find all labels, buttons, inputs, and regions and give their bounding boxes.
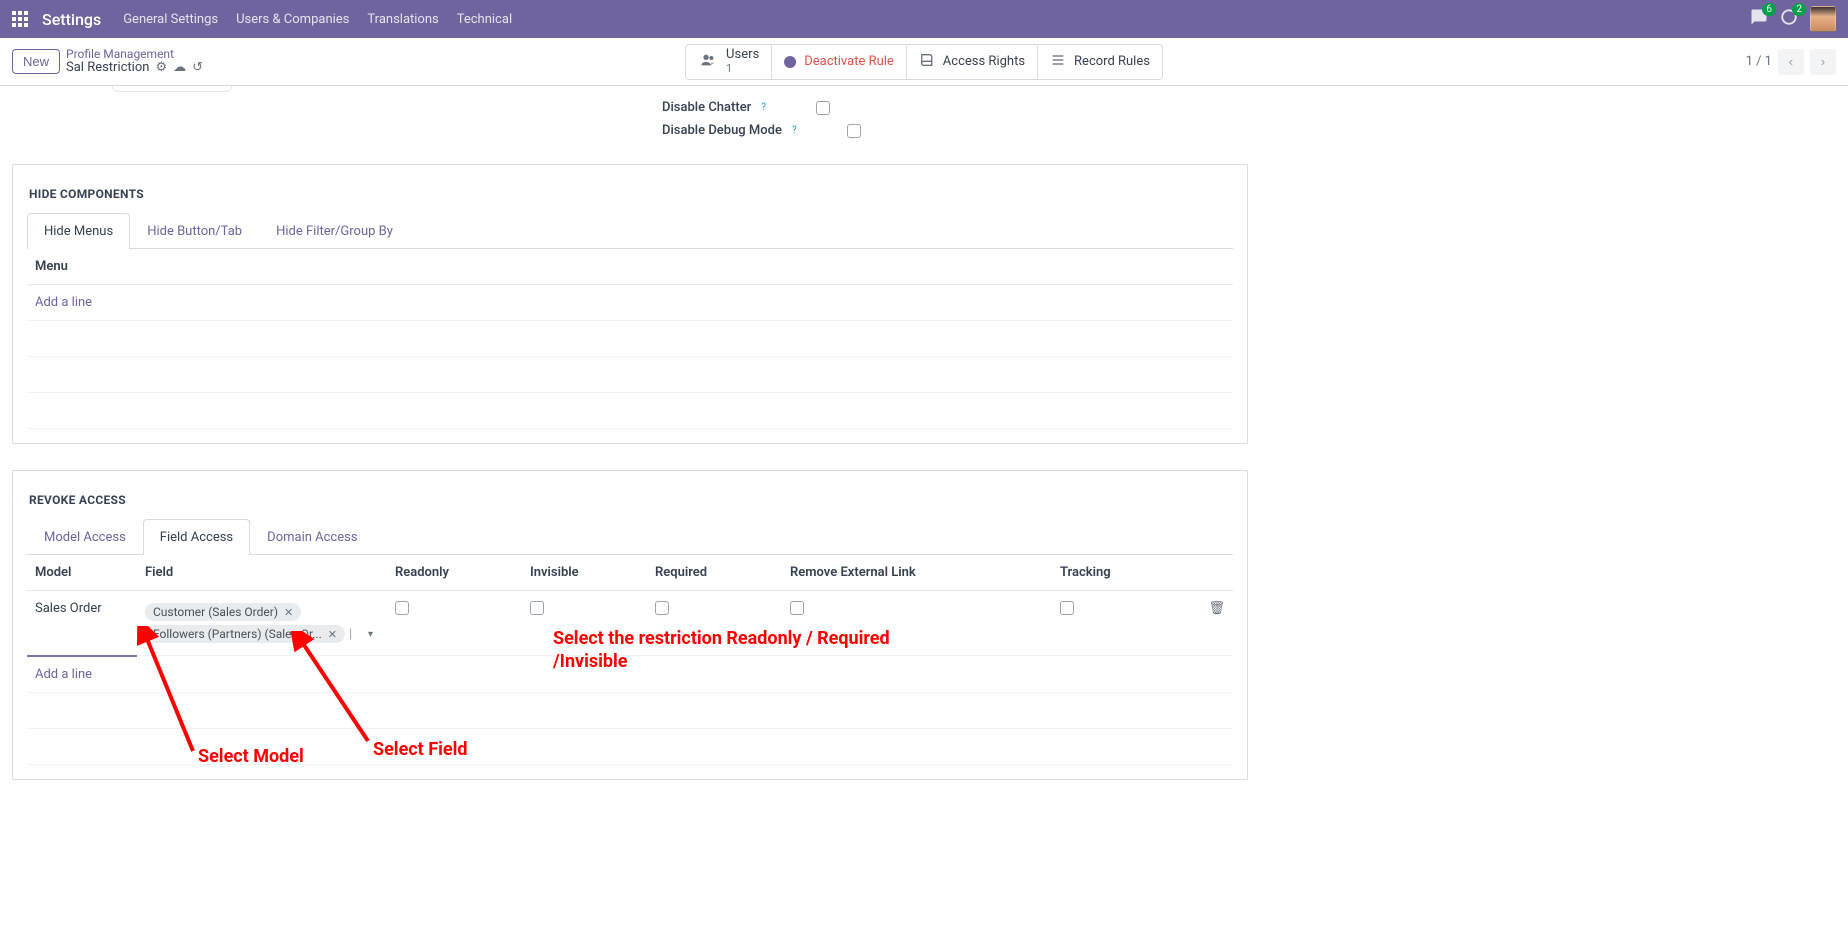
nav-general-settings[interactable]: General Settings xyxy=(123,12,218,27)
revoke-access-tabs: Model Access Field Access Domain Access xyxy=(27,519,1233,555)
label-disable-debug: Disable Debug Mode xyxy=(662,123,782,138)
checkbox-tracking[interactable] xyxy=(1060,601,1074,615)
apps-menu-icon[interactable] xyxy=(12,11,28,27)
status-dot-icon xyxy=(784,56,796,68)
activities-icon[interactable]: 2 xyxy=(1780,8,1798,30)
cell-model[interactable]: Sales Order xyxy=(35,601,102,616)
record-rules-label: Record Rules xyxy=(1074,54,1150,69)
col-required: Required xyxy=(647,555,782,591)
new-button[interactable]: New xyxy=(12,49,60,74)
col-field: Field xyxy=(137,555,387,591)
pager: 1 / 1 ‹ › xyxy=(1746,49,1836,75)
tag-customer[interactable]: Customer (Sales Order) ✕ xyxy=(145,603,301,621)
deactivate-label: Deactivate Rule xyxy=(804,54,894,69)
hide-components-tabs: Hide Menus Hide Button/Tab Hide Filter/G… xyxy=(27,213,1233,249)
book-icon xyxy=(919,52,935,72)
user-avatar[interactable] xyxy=(1810,6,1836,32)
form-scroll[interactable]: Disable Chatter ? Disable Debug Mode ? H… xyxy=(0,86,1848,932)
tab-domain-access[interactable]: Domain Access xyxy=(250,519,374,555)
checkbox-disable-chatter[interactable] xyxy=(816,101,830,115)
deactivate-rule-button[interactable]: Deactivate Rule xyxy=(772,44,907,80)
cutoff-element xyxy=(112,86,232,92)
tab-field-access[interactable]: Field Access xyxy=(143,519,250,555)
hide-menus-table: Menu Add a line xyxy=(27,249,1233,429)
dropdown-caret-icon[interactable]: ▾ xyxy=(362,629,379,640)
help-icon[interactable]: ? xyxy=(792,125,797,136)
col-readonly: Readonly xyxy=(387,555,522,591)
stat-users-count: 1 xyxy=(726,63,759,75)
list-icon xyxy=(1050,52,1066,72)
tag-followers[interactable]: Followers (Partners) (Sales Or... ✕ xyxy=(145,625,345,643)
add-line-hide-menus[interactable]: Add a line xyxy=(35,295,92,310)
cloud-save-icon[interactable]: ☁ xyxy=(173,61,186,75)
hide-components-title: HIDE COMPONENTS xyxy=(13,165,1247,213)
col-menu: Menu xyxy=(27,249,1233,285)
nav-translations[interactable]: Translations xyxy=(367,12,438,27)
field-disable-chatter: Disable Chatter ? xyxy=(662,100,1248,115)
col-remove-link: Remove External Link xyxy=(782,555,1052,591)
breadcrumb-record: Sal Restriction xyxy=(66,61,149,75)
stat-buttons: Users 1 Deactivate Rule Access Rights Re… xyxy=(685,44,1163,80)
checkbox-disable-debug[interactable] xyxy=(847,124,861,138)
col-model: Model xyxy=(27,555,137,591)
stat-users-label: Users xyxy=(726,48,759,62)
tab-hide-menus[interactable]: Hide Menus xyxy=(27,213,130,249)
control-bar: New Profile Management Sal Restriction ⚙… xyxy=(0,38,1848,86)
tag-remove-icon[interactable]: ✕ xyxy=(284,606,293,619)
record-rules-button[interactable]: Record Rules xyxy=(1038,44,1163,80)
revoke-access-card: REVOKE ACCESS Model Access Field Access … xyxy=(12,470,1248,780)
col-invisible: Invisible xyxy=(522,555,647,591)
pager-prev[interactable]: ‹ xyxy=(1778,49,1804,75)
field-access-table: Model Field Readonly Invisible Required … xyxy=(27,555,1233,765)
breadcrumb: Profile Management Sal Restriction ⚙ ☁ ↺ xyxy=(66,48,203,75)
tab-hide-button-tab[interactable]: Hide Button/Tab xyxy=(130,213,259,249)
tag-remove-icon[interactable]: ✕ xyxy=(328,628,337,641)
add-line-field-access[interactable]: Add a line xyxy=(35,667,92,682)
activities-badge: 2 xyxy=(1792,3,1806,16)
table-row: Sales Order Customer (Sales Order) ✕ Fol… xyxy=(27,591,1233,656)
tab-hide-filter-groupby[interactable]: Hide Filter/Group By xyxy=(259,213,410,249)
label-disable-chatter: Disable Chatter xyxy=(662,100,751,115)
app-title[interactable]: Settings xyxy=(42,10,101,29)
tab-model-access[interactable]: Model Access xyxy=(27,519,143,555)
pager-text: 1 / 1 xyxy=(1746,54,1772,69)
top-nav: Settings General Settings Users & Compan… xyxy=(0,0,1848,38)
delete-row-icon[interactable]: 🗑 xyxy=(1208,601,1225,616)
field-disable-debug: Disable Debug Mode ? xyxy=(662,123,1248,138)
messaging-icon[interactable]: 6 xyxy=(1750,8,1768,30)
pager-next[interactable]: › xyxy=(1810,49,1836,75)
checkbox-remove-link[interactable] xyxy=(790,601,804,615)
col-tracking: Tracking xyxy=(1052,555,1200,591)
hide-components-card: HIDE COMPONENTS Hide Menus Hide Button/T… xyxy=(12,164,1248,444)
nav-technical[interactable]: Technical xyxy=(457,12,512,27)
help-icon[interactable]: ? xyxy=(761,102,766,113)
gear-icon[interactable]: ⚙ xyxy=(155,61,167,75)
breadcrumb-parent[interactable]: Profile Management xyxy=(66,48,203,61)
checkbox-readonly[interactable] xyxy=(395,601,409,615)
access-rights-button[interactable]: Access Rights xyxy=(907,44,1038,80)
checkbox-required[interactable] xyxy=(655,601,669,615)
access-rights-label: Access Rights xyxy=(943,54,1025,69)
users-icon xyxy=(698,52,718,72)
stat-users[interactable]: Users 1 xyxy=(685,44,772,80)
field-tags-input[interactable]: Customer (Sales Order) ✕ Followers (Part… xyxy=(145,601,379,645)
messaging-badge: 6 xyxy=(1762,3,1776,16)
checkbox-invisible[interactable] xyxy=(530,601,544,615)
revoke-access-title: REVOKE ACCESS xyxy=(13,471,1247,519)
nav-users-companies[interactable]: Users & Companies xyxy=(236,12,349,27)
discard-icon[interactable]: ↺ xyxy=(192,61,203,75)
